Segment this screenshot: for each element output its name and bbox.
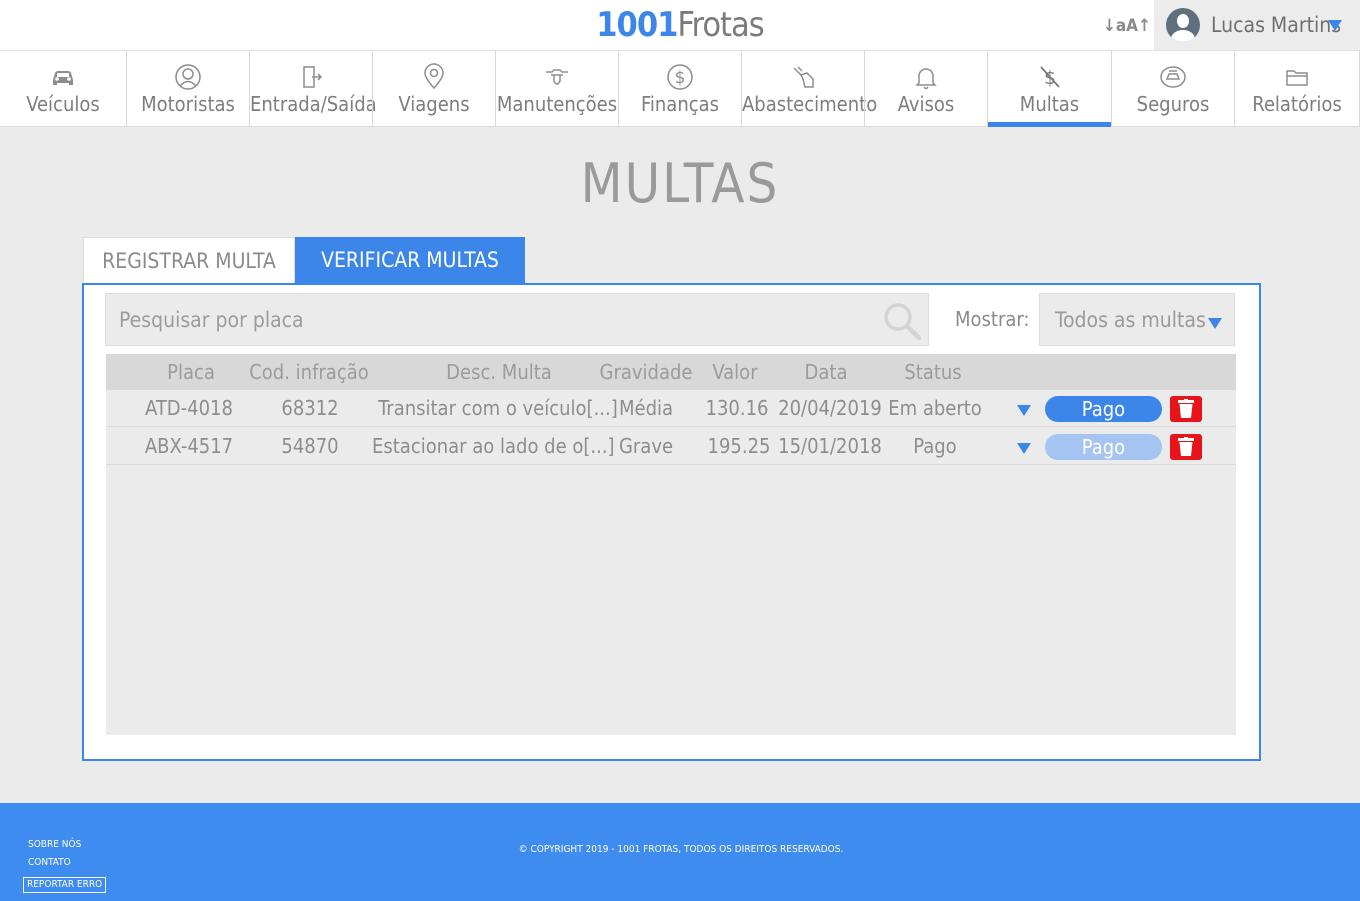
cell-code: 54870 bbox=[281, 434, 339, 458]
search-box bbox=[105, 293, 929, 346]
nav-label: Viagens bbox=[398, 92, 470, 116]
header-severity: Gravidade bbox=[599, 360, 693, 384]
insurance-shield-icon bbox=[1112, 51, 1234, 91]
cell-value: 130.16 bbox=[705, 396, 769, 420]
cell-severity: Grave bbox=[618, 434, 674, 458]
door-exit-icon bbox=[250, 51, 372, 91]
cell-status: Pago bbox=[913, 434, 957, 458]
fines-table: Placa Cod. infração Desc. Multa Gravidad… bbox=[106, 354, 1236, 735]
tab-verificar-multas[interactable]: VERIFICAR MULTAS bbox=[295, 237, 525, 284]
brand-number: 1001 bbox=[596, 5, 678, 45]
nav-item-motoristas[interactable]: Motoristas bbox=[126, 51, 250, 127]
nav-label: Seguros bbox=[1136, 92, 1210, 116]
cell-desc: Transitar com o veículo[...] bbox=[378, 396, 618, 420]
nav-item-abastecimento[interactable]: Abastecimento bbox=[741, 51, 878, 127]
tab-registrar-multa[interactable]: REGISTRAR MULTA bbox=[83, 237, 295, 284]
header-date: Data bbox=[804, 360, 848, 384]
chevron-down-icon bbox=[1208, 318, 1222, 329]
cell-desc: Estacionar ao lado de o[...] bbox=[372, 434, 615, 458]
header-status: Status bbox=[904, 360, 962, 384]
mark-paid-button: Pago bbox=[1045, 434, 1162, 460]
avatar bbox=[1166, 8, 1200, 42]
search-input[interactable] bbox=[106, 294, 866, 345]
copyright: © COPYRIGHT 2019 - 1001 FROTAS, TODOS OS… bbox=[518, 844, 844, 855]
driver-icon bbox=[127, 51, 249, 91]
header-plate: Placa bbox=[167, 360, 215, 384]
trash-icon bbox=[1178, 399, 1194, 418]
nav-item-entrada-saida[interactable]: Entrada/Saída bbox=[249, 51, 377, 127]
header-value: Valor bbox=[712, 360, 758, 384]
cell-code: 68312 bbox=[281, 396, 339, 420]
delete-button[interactable] bbox=[1170, 396, 1202, 422]
nav-label: Manutenções bbox=[496, 92, 618, 116]
nav-item-financas[interactable]: $ Finanças bbox=[618, 51, 742, 127]
nav-item-avisos[interactable]: Avisos bbox=[864, 51, 988, 127]
folder-icon bbox=[1235, 51, 1359, 91]
brand-name: Frotas bbox=[677, 5, 764, 45]
fuel-nozzle-icon bbox=[742, 51, 864, 91]
report-error-button[interactable]: REPORTAR ERRO bbox=[23, 877, 107, 893]
cell-plate: ABX-4517 bbox=[144, 434, 234, 458]
nav-label: Abastecimento bbox=[742, 92, 878, 116]
chevron-down-icon[interactable] bbox=[1017, 405, 1031, 416]
top-bar: 1001Frotas ↓aA↑ Lucas Martins bbox=[0, 0, 1360, 50]
nav-item-manutencoes[interactable]: Manutenções bbox=[495, 51, 619, 127]
nav-label: Finanças bbox=[640, 92, 720, 116]
user-menu[interactable]: Lucas Martins bbox=[1154, 0, 1360, 50]
cell-status: Em aberto bbox=[888, 396, 982, 420]
car-icon bbox=[0, 51, 126, 91]
show-filter-value: Todos as multas bbox=[1055, 308, 1206, 332]
trash-icon bbox=[1178, 437, 1194, 456]
table-header: Placa Cod. infração Desc. Multa Gravidad… bbox=[106, 354, 1236, 390]
nav-label: Veículos bbox=[26, 92, 100, 116]
page-title: MULTAS bbox=[580, 152, 780, 215]
nav-item-veiculos[interactable]: Veículos bbox=[0, 51, 127, 127]
nav-item-seguros[interactable]: Seguros bbox=[1111, 51, 1235, 127]
nav-label: Multas bbox=[1019, 92, 1080, 116]
table-row: ATD-4018 68312 Transitar com o veículo[.… bbox=[106, 390, 1236, 427]
cell-value: 195.25 bbox=[707, 434, 771, 458]
footer-link-contact[interactable]: CONTATO bbox=[28, 854, 106, 872]
table-row: ABX-4517 54870 Estacionar ao lado de o[.… bbox=[106, 428, 1236, 465]
wrench-icon bbox=[496, 51, 618, 91]
search-icon[interactable] bbox=[882, 301, 922, 341]
svg-text:$: $ bbox=[675, 68, 686, 88]
dollar-icon: $ bbox=[619, 51, 741, 91]
user-name: Lucas Martins bbox=[1211, 13, 1342, 37]
header-code: Cod. infração bbox=[249, 360, 369, 384]
nav-item-viagens[interactable]: Viagens bbox=[372, 51, 496, 127]
strikethrough-dollar-icon: $ bbox=[988, 51, 1111, 91]
cell-severity: Média bbox=[618, 396, 674, 420]
chevron-down-icon[interactable] bbox=[1017, 443, 1031, 454]
bell-icon bbox=[865, 51, 987, 91]
cell-date: 20/04/2019 bbox=[778, 396, 882, 420]
chevron-down-icon[interactable] bbox=[1328, 20, 1342, 31]
font-size-toggle-icon[interactable]: ↓aA↑ bbox=[1103, 12, 1151, 40]
footer: SOBRE NÓS CONTATO REPORTAR ERRO © COPYRI… bbox=[0, 803, 1360, 901]
nav-label: Entrada/Saída bbox=[250, 92, 377, 116]
show-label: Mostrar: bbox=[955, 307, 1030, 331]
mark-paid-button[interactable]: Pago bbox=[1045, 396, 1162, 422]
main-nav: Veículos Motoristas Entrada/Saída Viagen… bbox=[0, 50, 1360, 127]
delete-button[interactable] bbox=[1170, 434, 1202, 460]
nav-item-relatorios[interactable]: Relatórios bbox=[1234, 51, 1360, 127]
nav-label: Motoristas bbox=[141, 92, 235, 116]
header-desc: Desc. Multa bbox=[446, 360, 552, 384]
cell-plate: ATD-4018 bbox=[145, 396, 233, 420]
show-filter-select[interactable]: Todos as multas bbox=[1039, 293, 1235, 346]
map-pin-icon bbox=[373, 51, 495, 91]
cell-date: 15/01/2018 bbox=[778, 434, 882, 458]
nav-label: Avisos bbox=[897, 92, 955, 116]
nav-item-multas[interactable]: $ Multas bbox=[987, 51, 1112, 127]
fines-panel: Mostrar: Todos as multas Placa Cod. infr… bbox=[82, 283, 1261, 761]
nav-label: Relatórios bbox=[1252, 92, 1342, 116]
